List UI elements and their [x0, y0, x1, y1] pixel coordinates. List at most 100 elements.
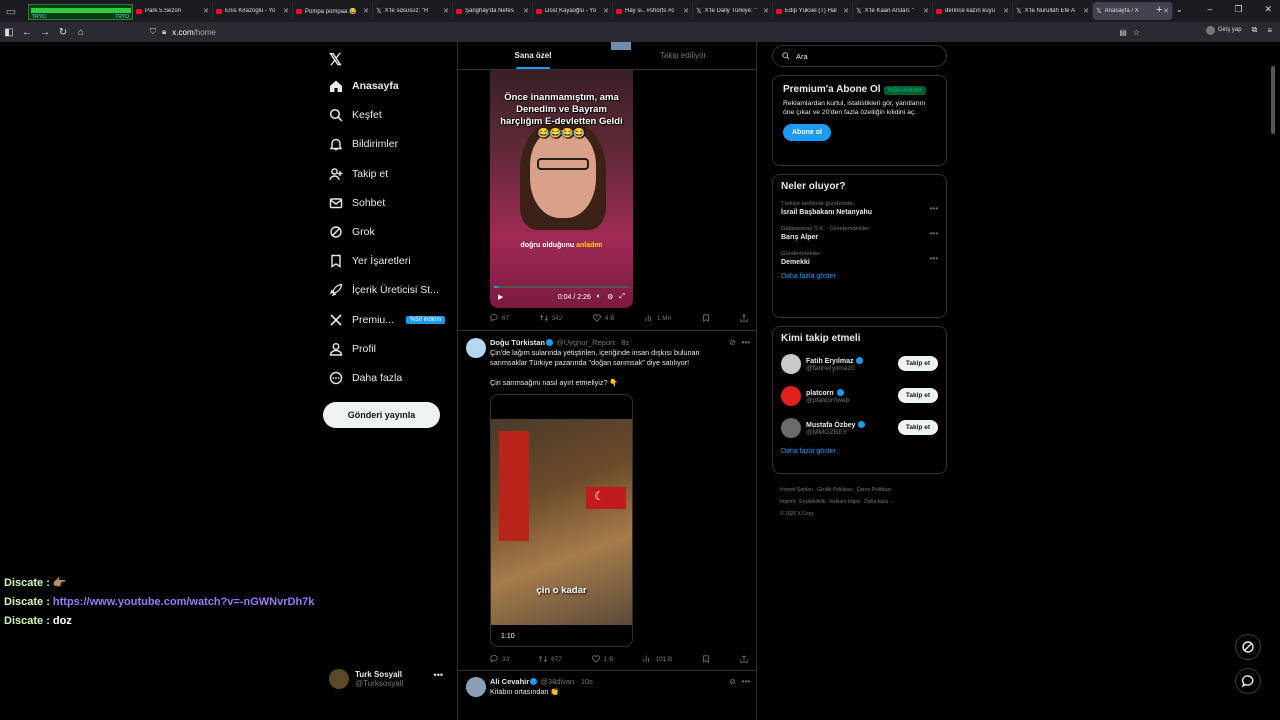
- back-arrow-icon[interactable]: ←: [18, 27, 36, 38]
- browser-tab[interactable]: Hay si.. #shorts #c ✕: [613, 2, 693, 20]
- close-tab-icon[interactable]: ✕: [203, 7, 209, 15]
- nav-item-home[interactable]: Anasayfa: [329, 79, 399, 93]
- home-icon[interactable]: ⌂: [72, 27, 90, 38]
- repost-button[interactable]: 342: [539, 314, 562, 322]
- more-dots-icon[interactable]: •••: [930, 254, 938, 263]
- footer-link[interactable]: Imprint: [780, 499, 795, 505]
- like-button[interactable]: 4 B: [592, 314, 615, 322]
- browser-tab[interactable]: Dost Kayaoğlu - Yo ✕: [533, 2, 613, 20]
- share-button[interactable]: [740, 314, 748, 322]
- follow-avatar[interactable]: [781, 354, 801, 374]
- lock-icon[interactable]: 🔒︎: [162, 27, 166, 37]
- browser-tab[interactable]: derince kazın kuyu ✕: [933, 2, 1013, 20]
- post1-video-progress[interactable]: [494, 286, 629, 288]
- post2-time[interactable]: 8s: [621, 338, 629, 347]
- follow-button[interactable]: Takip et: [897, 388, 938, 403]
- grok-floating-button[interactable]: [1235, 634, 1261, 660]
- grok-icon[interactable]: ⊘: [729, 338, 736, 347]
- repost-button[interactable]: 677: [539, 655, 562, 663]
- grok-icon[interactable]: ⊘: [729, 677, 736, 686]
- page-scrollbar[interactable]: [1271, 66, 1275, 134]
- close-tab-icon[interactable]: ✕: [923, 7, 929, 15]
- chat-message-text[interactable]: https://www.youtube.com/watch?v=-nGWNvrD…: [53, 596, 314, 608]
- reply-button[interactable]: 33: [490, 655, 509, 663]
- follow-suggestion[interactable]: Mustafa Özbey @MMOZBEY Takip et: [773, 412, 946, 444]
- follow-avatar[interactable]: [781, 386, 801, 406]
- browser-tab[interactable]: Şanghay'da Nefes ✕: [453, 2, 533, 20]
- browser-tab[interactable]: Pompa pompaa 😂 ✕: [293, 2, 373, 20]
- url-bar[interactable]: ⛉ 🔒︎ x.com/home ▤ ☆: [150, 24, 1140, 40]
- trend-item[interactable]: Gündemdekiler Demekki •••: [773, 246, 946, 271]
- browser-tab[interactable]: Edip Yüksel (T) Hal ✕: [773, 2, 853, 20]
- post2-avatar[interactable]: [466, 338, 486, 358]
- tab-overview-icon[interactable]: ▭: [0, 0, 22, 22]
- nav-item-mail[interactable]: Sohbet: [329, 196, 385, 210]
- browser-tab[interactable]: 𝕏 X'te ѕαѕυѕυz: "R ✕: [373, 2, 453, 20]
- nav-item-rocket[interactable]: İçerik Üreticisi St...: [329, 283, 439, 297]
- account-switcher[interactable]: Turk Sosyall @Turksosyall •••: [329, 666, 449, 692]
- views-button[interactable]: 101 B: [643, 655, 672, 663]
- browser-tab[interactable]: Enis Kirazoglu - Yo ✕: [213, 2, 293, 20]
- footer-link[interactable]: Daha fazla ...: [864, 499, 893, 505]
- post-button[interactable]: Gönderi yayınla: [323, 402, 440, 428]
- sidebar-toggle-icon[interactable]: ◧: [0, 27, 18, 38]
- nav-item-x-premium[interactable]: Premiu... %50 indirim: [329, 313, 446, 327]
- shield-icon[interactable]: ⛉: [150, 27, 156, 37]
- close-tab-icon[interactable]: ✕: [523, 7, 529, 15]
- follow-button[interactable]: Takip et: [897, 356, 938, 371]
- close-tab-icon[interactable]: ✕: [843, 7, 849, 15]
- post3-time[interactable]: 10s: [581, 677, 593, 686]
- close-tab-icon[interactable]: ✕: [763, 7, 769, 15]
- subscribe-button[interactable]: Abone ol: [783, 124, 831, 141]
- nav-item-more-circle[interactable]: Daha fazla: [329, 371, 402, 385]
- more-dots-icon[interactable]: •••: [930, 204, 938, 213]
- settings-icon[interactable]: ⚙: [607, 293, 613, 301]
- browser-tab[interactable]: 𝕏 X'te Nurullah Efe A ✕: [1013, 2, 1093, 20]
- close-tab-icon[interactable]: ✕: [683, 7, 689, 15]
- post3-avatar[interactable]: [466, 677, 486, 697]
- volume-icon[interactable]: 🔈︎: [597, 293, 601, 301]
- more-dots-icon[interactable]: •••: [742, 338, 750, 347]
- close-tab-icon[interactable]: ✕: [603, 7, 609, 15]
- close-tab-icon[interactable]: ✕: [1163, 7, 1169, 15]
- follow-suggestion[interactable]: platcorn @platcornweb Takip et: [773, 380, 946, 412]
- trend-item[interactable]: Türkiye tarihinde gündemde İsrail Başbaka…: [773, 196, 946, 221]
- close-window-icon[interactable]: ✕: [1264, 4, 1272, 15]
- browser-tab[interactable]: Park 5.Sezon ✕: [133, 2, 213, 20]
- nav-item-bookmark[interactable]: Yer İşaretleri: [329, 254, 411, 268]
- follow-suggestion[interactable]: Fatih Eryılmaz @fatiheryilmaz0 Takip et: [773, 348, 946, 380]
- follow-button[interactable]: Takip et: [897, 420, 938, 435]
- nav-item-search[interactable]: Keşfet: [329, 108, 382, 122]
- post3-handle[interactable]: @38dlvan: [540, 677, 574, 686]
- post3-author-name[interactable]: Ali Cevahir: [490, 677, 529, 686]
- play-icon[interactable]: ▶: [498, 293, 503, 301]
- reader-view-icon[interactable]: ▤: [1119, 28, 1127, 37]
- post2-author-name[interactable]: Doğu Türkistan: [490, 338, 545, 347]
- follow-show-more[interactable]: Daha fazla göster: [773, 444, 946, 459]
- more-dots-icon[interactable]: •••: [742, 677, 750, 686]
- footer-link[interactable]: Erişilebilirlik: [799, 499, 825, 505]
- post1-video[interactable]: Önce inanmamıştım, ama Denedim ve Bayram…: [490, 70, 633, 308]
- extensions-icon[interactable]: ⧉: [1252, 25, 1258, 35]
- close-tab-icon[interactable]: ✕: [443, 7, 449, 15]
- bookmark-star-icon[interactable]: ☆: [1133, 28, 1140, 37]
- footer-link[interactable]: Hizmet Şartları: [780, 487, 813, 493]
- close-tab-icon[interactable]: ✕: [363, 7, 369, 15]
- url-text[interactable]: x.com/home: [172, 28, 216, 37]
- like-button[interactable]: 1 B: [591, 655, 614, 663]
- reload-icon[interactable]: ↻: [54, 27, 72, 38]
- x-logo-icon[interactable]: 𝕏: [329, 50, 342, 70]
- fullscreen-icon[interactable]: ⤢: [619, 293, 625, 301]
- browser-tab[interactable]: 𝕏 X'te Daily Türkiye: " ✕: [693, 2, 773, 20]
- menu-icon[interactable]: ≡: [1267, 26, 1272, 35]
- tab-for-you[interactable]: Sana özel: [458, 42, 608, 69]
- nav-item-person-add[interactable]: Takip et: [329, 167, 388, 181]
- minimize-icon[interactable]: –: [1207, 4, 1212, 15]
- maximize-icon[interactable]: ❐: [1234, 4, 1242, 15]
- close-tab-icon[interactable]: ✕: [283, 7, 289, 15]
- footer-link[interactable]: Gizlilik Politikası: [817, 487, 853, 493]
- views-button[interactable]: 1 Mn: [645, 314, 671, 322]
- close-tab-icon[interactable]: ✕: [1083, 7, 1089, 15]
- close-tab-icon[interactable]: ✕: [1003, 7, 1009, 15]
- nav-item-profile[interactable]: Profil: [329, 342, 376, 356]
